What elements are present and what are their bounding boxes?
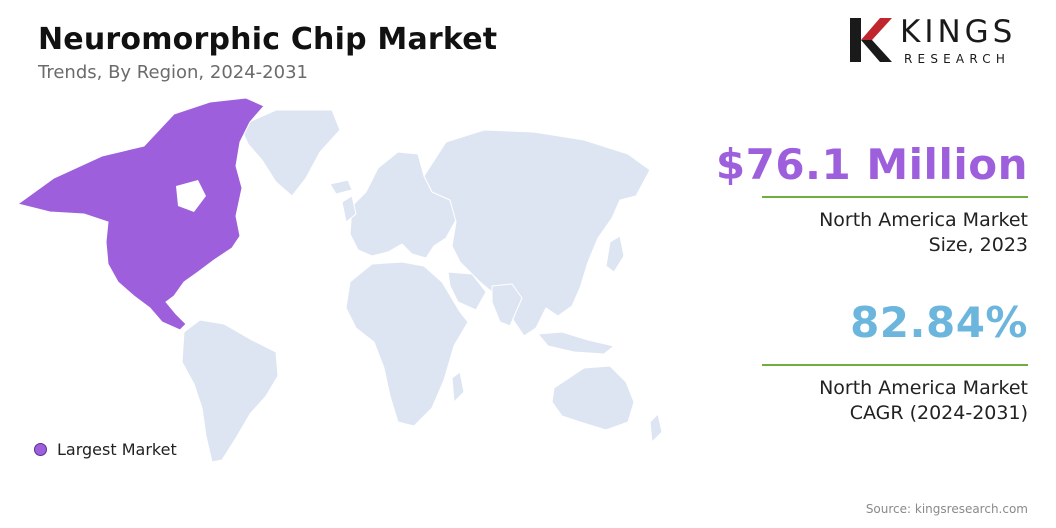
source-credit: Source: kingsresearch.com — [865, 502, 1028, 516]
divider-market-size — [762, 196, 1028, 198]
map-iceland — [329, 179, 353, 195]
map-new-zealand — [649, 413, 663, 444]
map-australia — [551, 365, 635, 431]
page-subtitle: Trends, By Region, 2024-2031 — [38, 62, 308, 83]
map-north-america — [16, 97, 265, 331]
market-size-value: $76.1 Million — [715, 140, 1028, 189]
market-size-stat: $76.1 Million — [716, 140, 1028, 189]
map-japan — [605, 235, 625, 273]
logo-k-mark-icon — [850, 18, 892, 62]
cagr-label: North America Market CAGR (2024-2031) — [768, 376, 1028, 426]
map-madagascar — [451, 371, 465, 404]
market-size-label-line1: North America Market — [819, 209, 1028, 231]
cagr-label-line2: CAGR (2024-2031) — [849, 402, 1028, 424]
map-se-asia-islands — [537, 331, 616, 355]
map-asia — [423, 129, 651, 337]
legend-swatch — [34, 443, 47, 456]
map-africa — [345, 261, 469, 427]
map-south-america — [181, 319, 279, 463]
logo-tagline: RESEARCH — [904, 52, 1011, 66]
market-size-label: North America Market Size, 2023 — [768, 208, 1028, 258]
cagr-label-line1: North America Market — [819, 377, 1028, 399]
cagr-stat: 82.84% — [850, 298, 1028, 347]
legend-label: Largest Market — [57, 440, 177, 459]
cagr-value: 82.84% — [850, 298, 1028, 347]
logo-wordmark: KINGS — [900, 14, 1017, 50]
page-title: Neuromorphic Chip Market — [38, 22, 498, 57]
market-size-label-line2: Size, 2023 — [928, 234, 1028, 256]
divider-cagr — [762, 364, 1028, 366]
map-legend: Largest Market — [34, 440, 177, 459]
brand-logo: KINGS RESEARCH — [848, 14, 1038, 66]
map-greenland — [239, 109, 341, 197]
world-map — [16, 97, 663, 463]
